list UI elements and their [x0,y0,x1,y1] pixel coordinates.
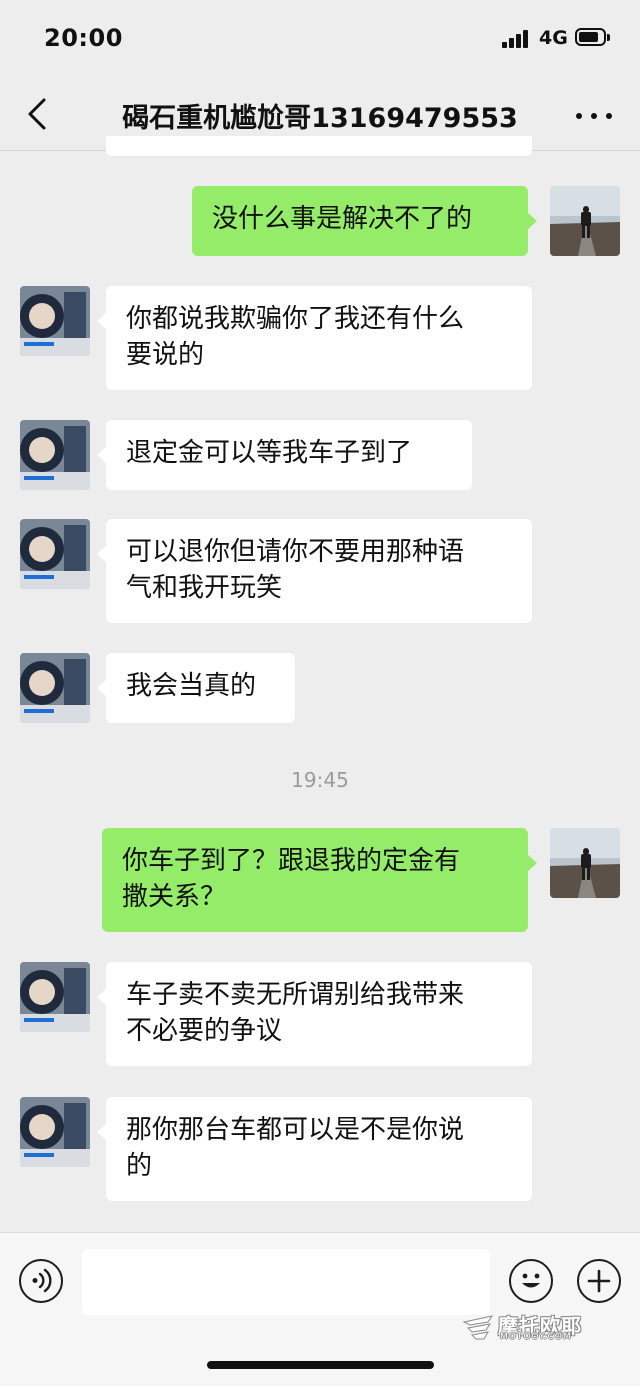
plus-button[interactable] [577,1259,621,1303]
incoming-message-bubble[interactable]: 车子卖不卖无所谓别给我带来 不必要的争议 [97,962,532,1066]
helmet-rider-avatar-icon [20,519,90,589]
contact-avatar[interactable] [20,653,90,723]
contact-avatar[interactable] [20,420,90,490]
my-avatar[interactable] [550,186,620,256]
chat-title: 碣石重机尴尬哥13169479553 [122,103,518,134]
road-runner-avatar-icon [550,828,620,898]
status-bar: 20:00 4G [0,0,640,78]
emoji-icon [522,1273,540,1288]
plus-icon [587,1269,611,1293]
contact-avatar[interactable] [20,286,90,356]
watermark-url: MOTOOY.COM [500,1332,572,1342]
more-dots-icon [576,113,582,119]
incoming-message-bubble[interactable]: 可以退你但请你不要用那种语 气和我开玩笑 [97,519,532,623]
incoming-message-bubble[interactable]: 那你那台车都可以是不是你说 的 [97,1097,532,1201]
outgoing-message-bubble[interactable]: 没什么事是解决不了的 [192,186,537,256]
network-type: 4G [539,27,568,49]
message-timestamp: 19:45 [291,768,349,792]
road-runner-avatar-icon [550,186,620,256]
watermark-logo: 摩托欧耶 MOTOOY.COM [462,1310,592,1348]
contact-avatar[interactable] [20,519,90,589]
message-input[interactable] [82,1249,490,1315]
battery-icon [575,28,610,48]
wing-logo-icon [462,1315,494,1340]
incoming-message-bubble[interactable]: 退定金可以等我车子到了 [97,420,472,490]
helmet-rider-avatar-icon [20,1097,90,1167]
helmet-rider-avatar-icon [20,653,90,723]
home-indicator[interactable] [207,1361,434,1369]
outgoing-message-bubble[interactable]: 你车子到了？跟退我的定金有 撒关系？ [102,828,537,932]
incoming-message-bubble[interactable]: 你都说我欺骗你了我还有什么 要说的 [97,286,532,390]
contact-avatar[interactable] [20,1097,90,1167]
previous-message-bubble [106,136,532,156]
contact-avatar[interactable] [20,962,90,1032]
voice-button[interactable] [19,1259,63,1303]
voice-icon [32,1268,52,1293]
status-time: 20:00 [44,24,123,52]
my-avatar[interactable] [550,828,620,898]
helmet-rider-avatar-icon [20,420,90,490]
helmet-rider-avatar-icon [20,286,90,356]
more-button[interactable] [574,100,614,130]
helmet-rider-avatar-icon [20,962,90,1032]
incoming-message-bubble[interactable]: 我会当真的 [97,653,295,723]
emoji-button[interactable] [509,1259,553,1303]
signal-icon [502,30,532,48]
